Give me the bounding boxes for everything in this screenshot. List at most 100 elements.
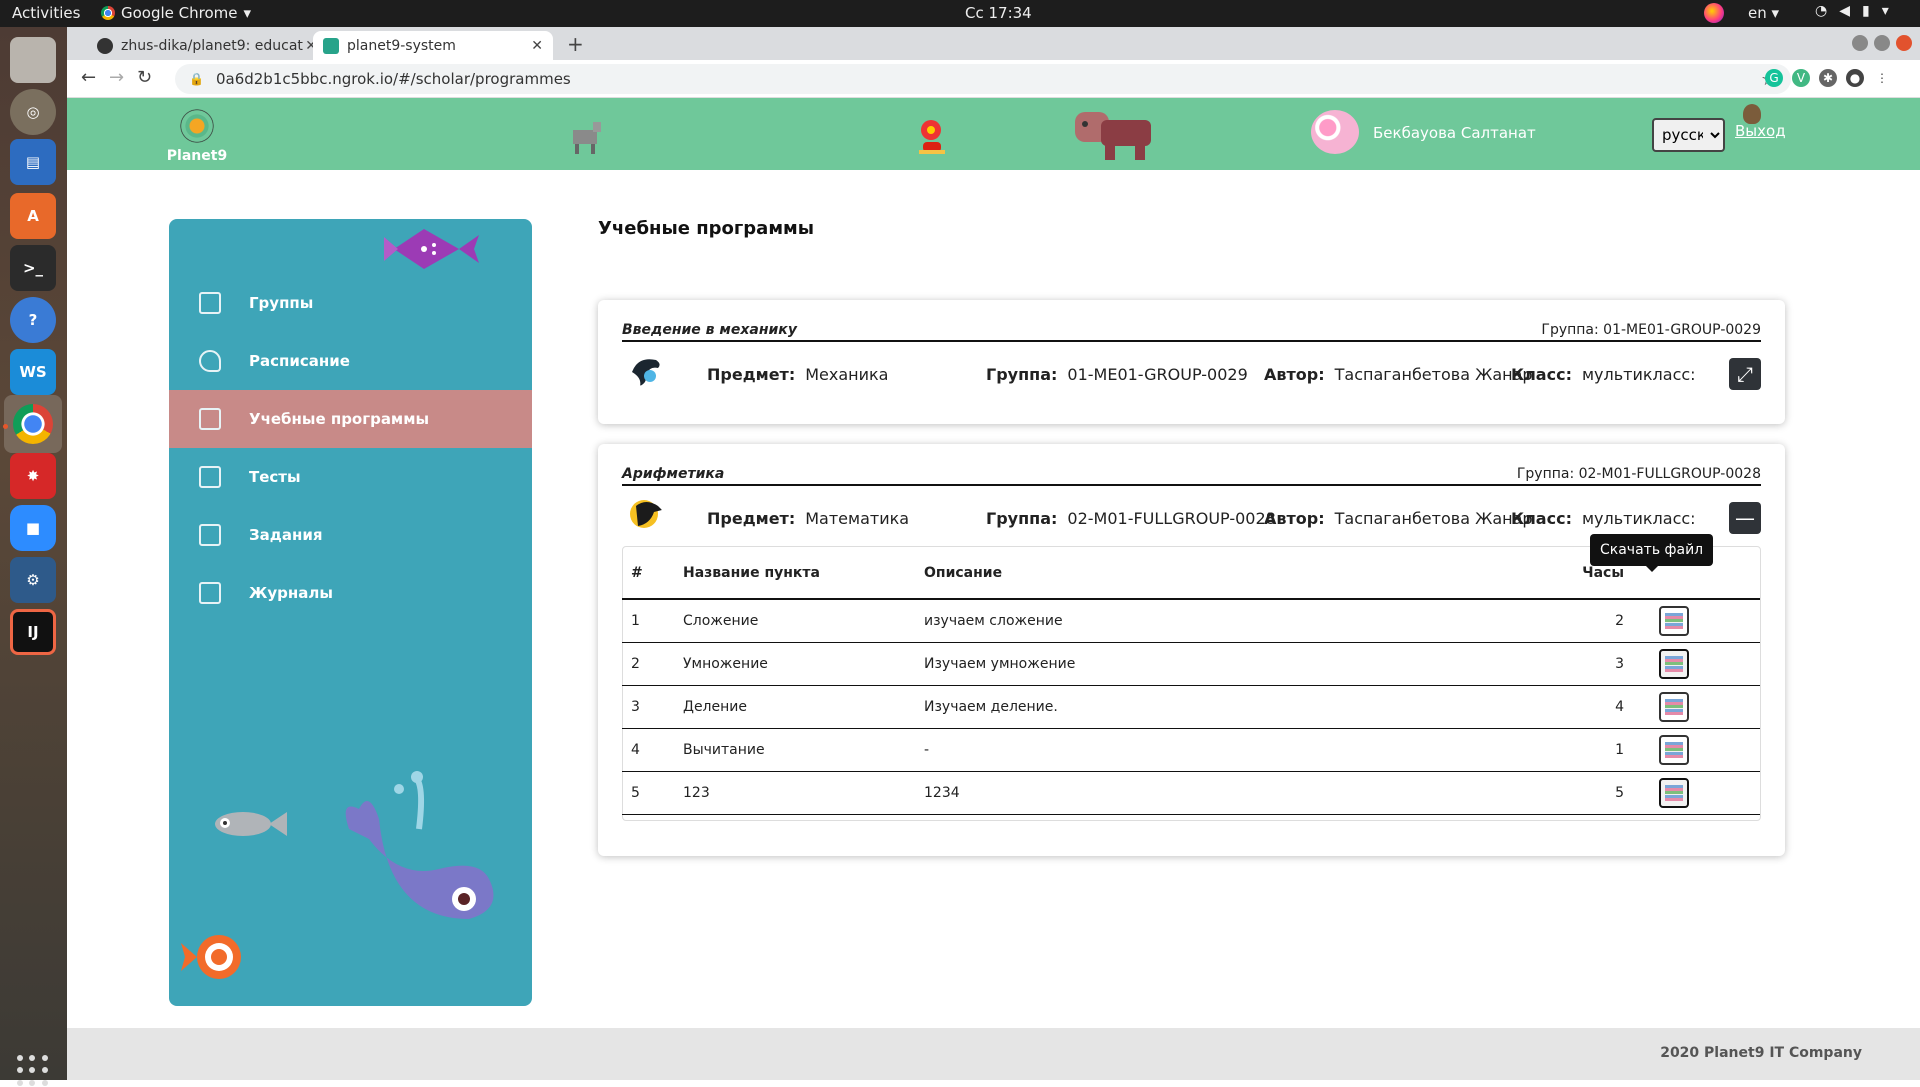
avatar[interactable] — [1311, 110, 1359, 154]
writer-icon[interactable]: ▤ — [10, 139, 56, 185]
app-indicator-icon[interactable] — [1704, 3, 1724, 23]
profile-icon[interactable]: ● — [1846, 69, 1864, 87]
wolfram-icon[interactable]: ✸ — [10, 453, 56, 499]
programme-card: Арифметика Группа: 02-M01-FULLGROUP-0028… — [598, 444, 1785, 856]
row-description: 1234 — [915, 771, 1555, 815]
subject-field: Предмет: Механика — [707, 365, 888, 384]
back-icon[interactable]: ← — [81, 67, 96, 88]
sidebar-item-programmes[interactable]: Учебные программы — [169, 390, 532, 448]
download-file-button[interactable] — [1659, 734, 1689, 765]
tab-github[interactable]: zhus-dika/planet9: educat ✕ — [87, 31, 327, 60]
tab-planet9[interactable]: planet9-system ✕ — [313, 31, 553, 60]
clock[interactable]: Сс 17:34 — [965, 4, 1032, 22]
reload-icon[interactable]: ↻ — [137, 67, 152, 88]
grammarly-icon[interactable]: G — [1765, 69, 1783, 87]
collapse-button[interactable]: — — [1729, 502, 1761, 534]
group-value: 02-M01-FULLGROUP-0028 — [1067, 509, 1276, 528]
row-number: 1 — [622, 599, 674, 643]
sidebar-item-label: Тесты — [249, 468, 301, 486]
sidebar-item-label: Учебные программы — [249, 410, 430, 428]
help-icon[interactable]: ? — [10, 297, 56, 343]
download-tooltip: Скачать файл — [1590, 534, 1714, 572]
books-icon — [1665, 612, 1683, 629]
software-center-icon[interactable]: A — [10, 193, 56, 239]
author-label: Автор: — [1264, 365, 1325, 384]
sidebar-item-journals[interactable]: Журналы — [169, 564, 532, 622]
terminal-icon[interactable]: >_ — [10, 245, 56, 291]
books-icon — [1665, 698, 1683, 715]
group-field: Группа: 02-M01-FULLGROUP-0028 — [986, 509, 1276, 528]
intellij-icon[interactable]: IJ — [10, 609, 56, 655]
activities-button[interactable]: Activities — [12, 4, 80, 22]
group-label: Группа: — [986, 509, 1058, 528]
row-hours: 4 — [1555, 685, 1650, 729]
extensions-icon[interactable]: ✱ — [1819, 69, 1837, 87]
github-icon — [97, 37, 113, 54]
volume-icon: ◀ — [1839, 3, 1850, 19]
books-icon — [1665, 655, 1683, 672]
sidebar-item-tests[interactable]: Тесты — [169, 448, 532, 506]
user-name[interactable]: Бекбауова Салтанат — [1373, 124, 1536, 142]
rhythmbox-icon[interactable]: ◎ — [10, 89, 56, 135]
programme-table: # Название пункта Описание Часы 1 Сложен… — [622, 547, 1760, 815]
wifi-icon: ◔ — [1815, 3, 1828, 19]
download-file-button[interactable] — [1659, 777, 1689, 808]
table-row: 2 Умножение Изучаем умножение 3 — [622, 642, 1760, 686]
app-menu[interactable]: Google Chrome ▾ — [101, 4, 251, 22]
minimize-button[interactable] — [1852, 35, 1868, 51]
new-tab-button[interactable]: + — [567, 32, 584, 56]
row-number: 4 — [622, 728, 674, 772]
card-header: Арифметика Группа: 02-M01-FULLGROUP-0028 — [622, 466, 1761, 486]
vue-devtools-icon[interactable]: V — [1792, 69, 1810, 87]
address-bar[interactable]: 🔒 0a6d2b1c5bbc.ngrok.io/#/scholar/progra… — [175, 64, 1791, 94]
row-actions — [1650, 642, 1760, 686]
system-tray[interactable]: ◔ ◀ ▮ ▾ — [1815, 3, 1889, 19]
hippo-icon — [1075, 112, 1151, 160]
col-name: Название пункта — [674, 547, 915, 600]
journal-icon — [199, 582, 221, 604]
row-name: Вычитание — [674, 728, 915, 772]
planet9-logo[interactable]: Planet9 — [165, 106, 229, 164]
expand-button[interactable]: ⤢ — [1729, 358, 1761, 390]
dolphin-icon — [632, 359, 660, 386]
close-window-button[interactable] — [1896, 35, 1912, 51]
close-tab-icon[interactable]: ✕ — [531, 38, 543, 54]
chevron-down-icon: ▾ — [1881, 3, 1889, 19]
programme-title: Арифметика — [622, 466, 725, 482]
author-value: Таспаганбетова Жанар — [1334, 365, 1533, 384]
webstorm-icon[interactable]: WS — [10, 349, 56, 395]
download-file-button[interactable] — [1659, 691, 1689, 722]
subject-label: Предмет: — [707, 365, 796, 384]
mysql-workbench-icon[interactable]: ⚙ — [10, 557, 56, 603]
zoom-icon[interactable]: ■ — [10, 505, 56, 551]
class-field: Класс: мультикласс: — [1511, 365, 1696, 384]
forward-icon[interactable]: → — [109, 67, 124, 88]
row-actions — [1650, 685, 1760, 729]
row-number: 5 — [622, 771, 674, 815]
class-label: Класс: — [1511, 509, 1572, 528]
sidebar-item-schedule[interactable]: Расписание — [169, 332, 532, 390]
logout-link[interactable]: Выход — [1735, 122, 1786, 140]
chrome-dock-icon[interactable] — [4, 395, 62, 453]
keyboard-layout[interactable]: en ▾ — [1748, 4, 1779, 22]
sidebar-item-tasks[interactable]: Задания — [169, 506, 532, 564]
maximize-button[interactable] — [1874, 35, 1890, 51]
row-name: Умножение — [674, 642, 915, 686]
sidebar-item-groups[interactable]: Группы — [169, 274, 532, 332]
row-number: 2 — [622, 642, 674, 686]
author-field: Автор: Таспаганбетова Жанар — [1264, 509, 1533, 528]
goat-icon — [573, 122, 601, 154]
show-apps-icon[interactable] — [17, 1055, 49, 1087]
penguin-icon — [630, 500, 662, 528]
language-select[interactable]: русский — [1652, 118, 1725, 152]
tab-label: planet9-system — [347, 37, 456, 54]
sidebar-item-label: Журналы — [249, 584, 333, 602]
download-file-button[interactable] — [1659, 648, 1689, 679]
dock: ◎ ▤ A >_ ? WS ✸ ■ ⚙ IJ — [0, 27, 67, 1086]
sidebar-item-label: Задания — [249, 526, 323, 544]
files-icon[interactable] — [10, 37, 56, 83]
menu-icon[interactable]: ⋮ — [1873, 69, 1891, 87]
author-label: Автор: — [1264, 509, 1325, 528]
download-file-button[interactable] — [1659, 605, 1689, 636]
class-value: мультикласс: — [1581, 365, 1696, 384]
